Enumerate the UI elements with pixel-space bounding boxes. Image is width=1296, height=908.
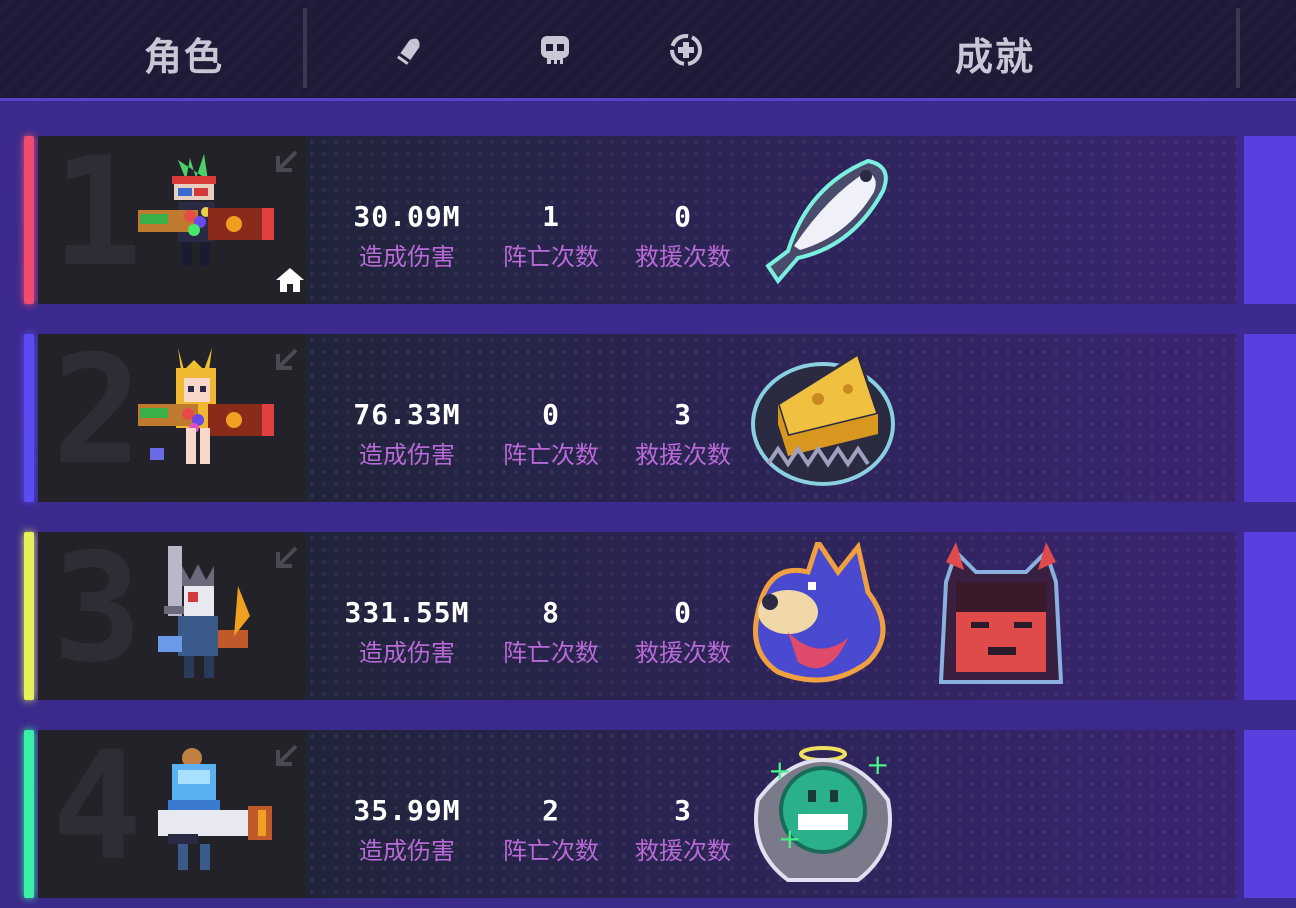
rescues-value: 3 bbox=[674, 398, 692, 431]
deaths-label: 阵亡次数 bbox=[503, 243, 599, 271]
player-portrait: 3 bbox=[38, 532, 306, 700]
scoreboard-header: 角色 成就 bbox=[0, 0, 1296, 101]
player-color-bar bbox=[24, 730, 34, 898]
rank-number: 2 bbox=[52, 324, 143, 498]
rank-number: 3 bbox=[52, 522, 143, 696]
rank-number: 4 bbox=[52, 720, 143, 894]
damage-value: 331.55M bbox=[344, 596, 470, 629]
damage-stat: 331.55M 造成伤害 bbox=[332, 596, 482, 668]
skull-icon bbox=[541, 36, 569, 64]
damage-label: 造成伤害 bbox=[359, 441, 455, 469]
rescues-stat: 0 救援次数 bbox=[608, 200, 758, 272]
player-portrait: 2 bbox=[38, 334, 306, 502]
rescues-label: 救援次数 bbox=[635, 639, 731, 667]
collapse-arrow-icon[interactable] bbox=[270, 148, 300, 178]
damage-label: 造成伤害 bbox=[359, 837, 455, 865]
player-row[interactable]: 4 35.99M 造成伤害 2 阵亡次数 3 救援次数 + + + bbox=[24, 730, 1296, 900]
damage-value: 76.33M bbox=[353, 398, 461, 431]
rescues-value: 0 bbox=[674, 596, 692, 629]
extra-card-edge[interactable] bbox=[1244, 730, 1296, 898]
demon-girl-badge[interactable] bbox=[926, 542, 1076, 692]
header-divider bbox=[303, 8, 307, 88]
player-stats-panel: 30.09M 造成伤害 1 阵亡次数 0 救援次数 bbox=[306, 136, 1236, 304]
player-stats-panel: 35.99M 造成伤害 2 阵亡次数 3 救援次数 + + + bbox=[306, 730, 1236, 898]
damage-value: 30.09M bbox=[353, 200, 461, 233]
svg-text:+: + bbox=[768, 754, 791, 787]
damage-value: 35.99M bbox=[353, 794, 461, 827]
damage-stat: 76.33M 造成伤害 bbox=[332, 398, 482, 470]
character-column-header: 角色 bbox=[144, 35, 225, 79]
character-sprite bbox=[138, 546, 288, 686]
rescues-value: 3 bbox=[674, 794, 692, 827]
deaths-value: 8 bbox=[542, 596, 560, 629]
damage-label: 造成伤害 bbox=[359, 639, 455, 667]
player-row[interactable]: 3 331.55M 造成伤害 8 阵亡次数 0 救援次数 bbox=[24, 532, 1296, 702]
host-home-icon bbox=[276, 268, 304, 292]
player-color-bar bbox=[24, 532, 34, 700]
damage-stat: 30.09M 造成伤害 bbox=[332, 200, 482, 272]
cheese-trap-badge[interactable] bbox=[748, 344, 898, 494]
rescues-label: 救援次数 bbox=[635, 441, 731, 469]
svg-text:+: + bbox=[866, 748, 889, 781]
rescues-label: 救援次数 bbox=[635, 243, 731, 271]
player-stats-panel: 76.33M 造成伤害 0 阵亡次数 3 救援次数 bbox=[306, 334, 1236, 502]
deaths-stat: 0 阵亡次数 bbox=[476, 398, 626, 470]
rescues-stat: 3 救援次数 bbox=[608, 398, 758, 470]
rescues-stat: 3 救援次数 bbox=[608, 794, 758, 866]
angel-smiley-badge[interactable]: + + + bbox=[748, 740, 898, 890]
deaths-value: 0 bbox=[542, 398, 560, 431]
player-row[interactable]: 2 76.33M 造成伤害 0 阵亡次数 3 救援次数 bbox=[24, 334, 1296, 504]
extra-card-edge[interactable] bbox=[1244, 532, 1296, 700]
header-divider bbox=[1236, 8, 1240, 88]
rank-number: 1 bbox=[52, 126, 143, 300]
achievement-column-header: 成就 bbox=[955, 35, 1036, 79]
character-sprite bbox=[138, 150, 288, 290]
extra-card-edge[interactable] bbox=[1244, 136, 1296, 304]
collapse-arrow-icon[interactable] bbox=[270, 544, 300, 574]
damage-label: 造成伤害 bbox=[359, 243, 455, 271]
deaths-label: 阵亡次数 bbox=[503, 639, 599, 667]
rescues-label: 救援次数 bbox=[635, 837, 731, 865]
fish-badge[interactable] bbox=[748, 146, 898, 296]
deaths-label: 阵亡次数 bbox=[503, 441, 599, 469]
player-row[interactable]: 1 30.09M 造成伤害 1 阵亡次数 0 救援次数 bbox=[24, 136, 1296, 306]
character-sprite bbox=[138, 348, 288, 488]
collapse-arrow-icon[interactable] bbox=[270, 346, 300, 376]
deaths-stat: 2 阵亡次数 bbox=[476, 794, 626, 866]
deaths-value: 2 bbox=[542, 794, 560, 827]
player-stats-panel: 331.55M 造成伤害 8 阵亡次数 0 救援次数 bbox=[306, 532, 1236, 700]
player-color-bar bbox=[24, 334, 34, 502]
collapse-arrow-icon[interactable] bbox=[270, 742, 300, 772]
rescues-value: 0 bbox=[674, 200, 692, 233]
player-portrait: 4 bbox=[38, 730, 306, 898]
revive-icon bbox=[670, 34, 702, 66]
deaths-value: 1 bbox=[542, 200, 560, 233]
deaths-label: 阵亡次数 bbox=[503, 837, 599, 865]
rescues-stat: 0 救援次数 bbox=[608, 596, 758, 668]
deaths-stat: 8 阵亡次数 bbox=[476, 596, 626, 668]
player-portrait: 1 bbox=[38, 136, 306, 304]
deaths-stat: 1 阵亡次数 bbox=[476, 200, 626, 272]
character-sprite bbox=[138, 744, 288, 884]
wolf-badge[interactable] bbox=[748, 536, 898, 692]
player-color-bar bbox=[24, 136, 34, 304]
svg-text:+: + bbox=[778, 822, 801, 855]
damage-stat: 35.99M 造成伤害 bbox=[332, 794, 482, 866]
extra-card-edge[interactable] bbox=[1244, 334, 1296, 502]
bullet-icon bbox=[397, 38, 420, 65]
